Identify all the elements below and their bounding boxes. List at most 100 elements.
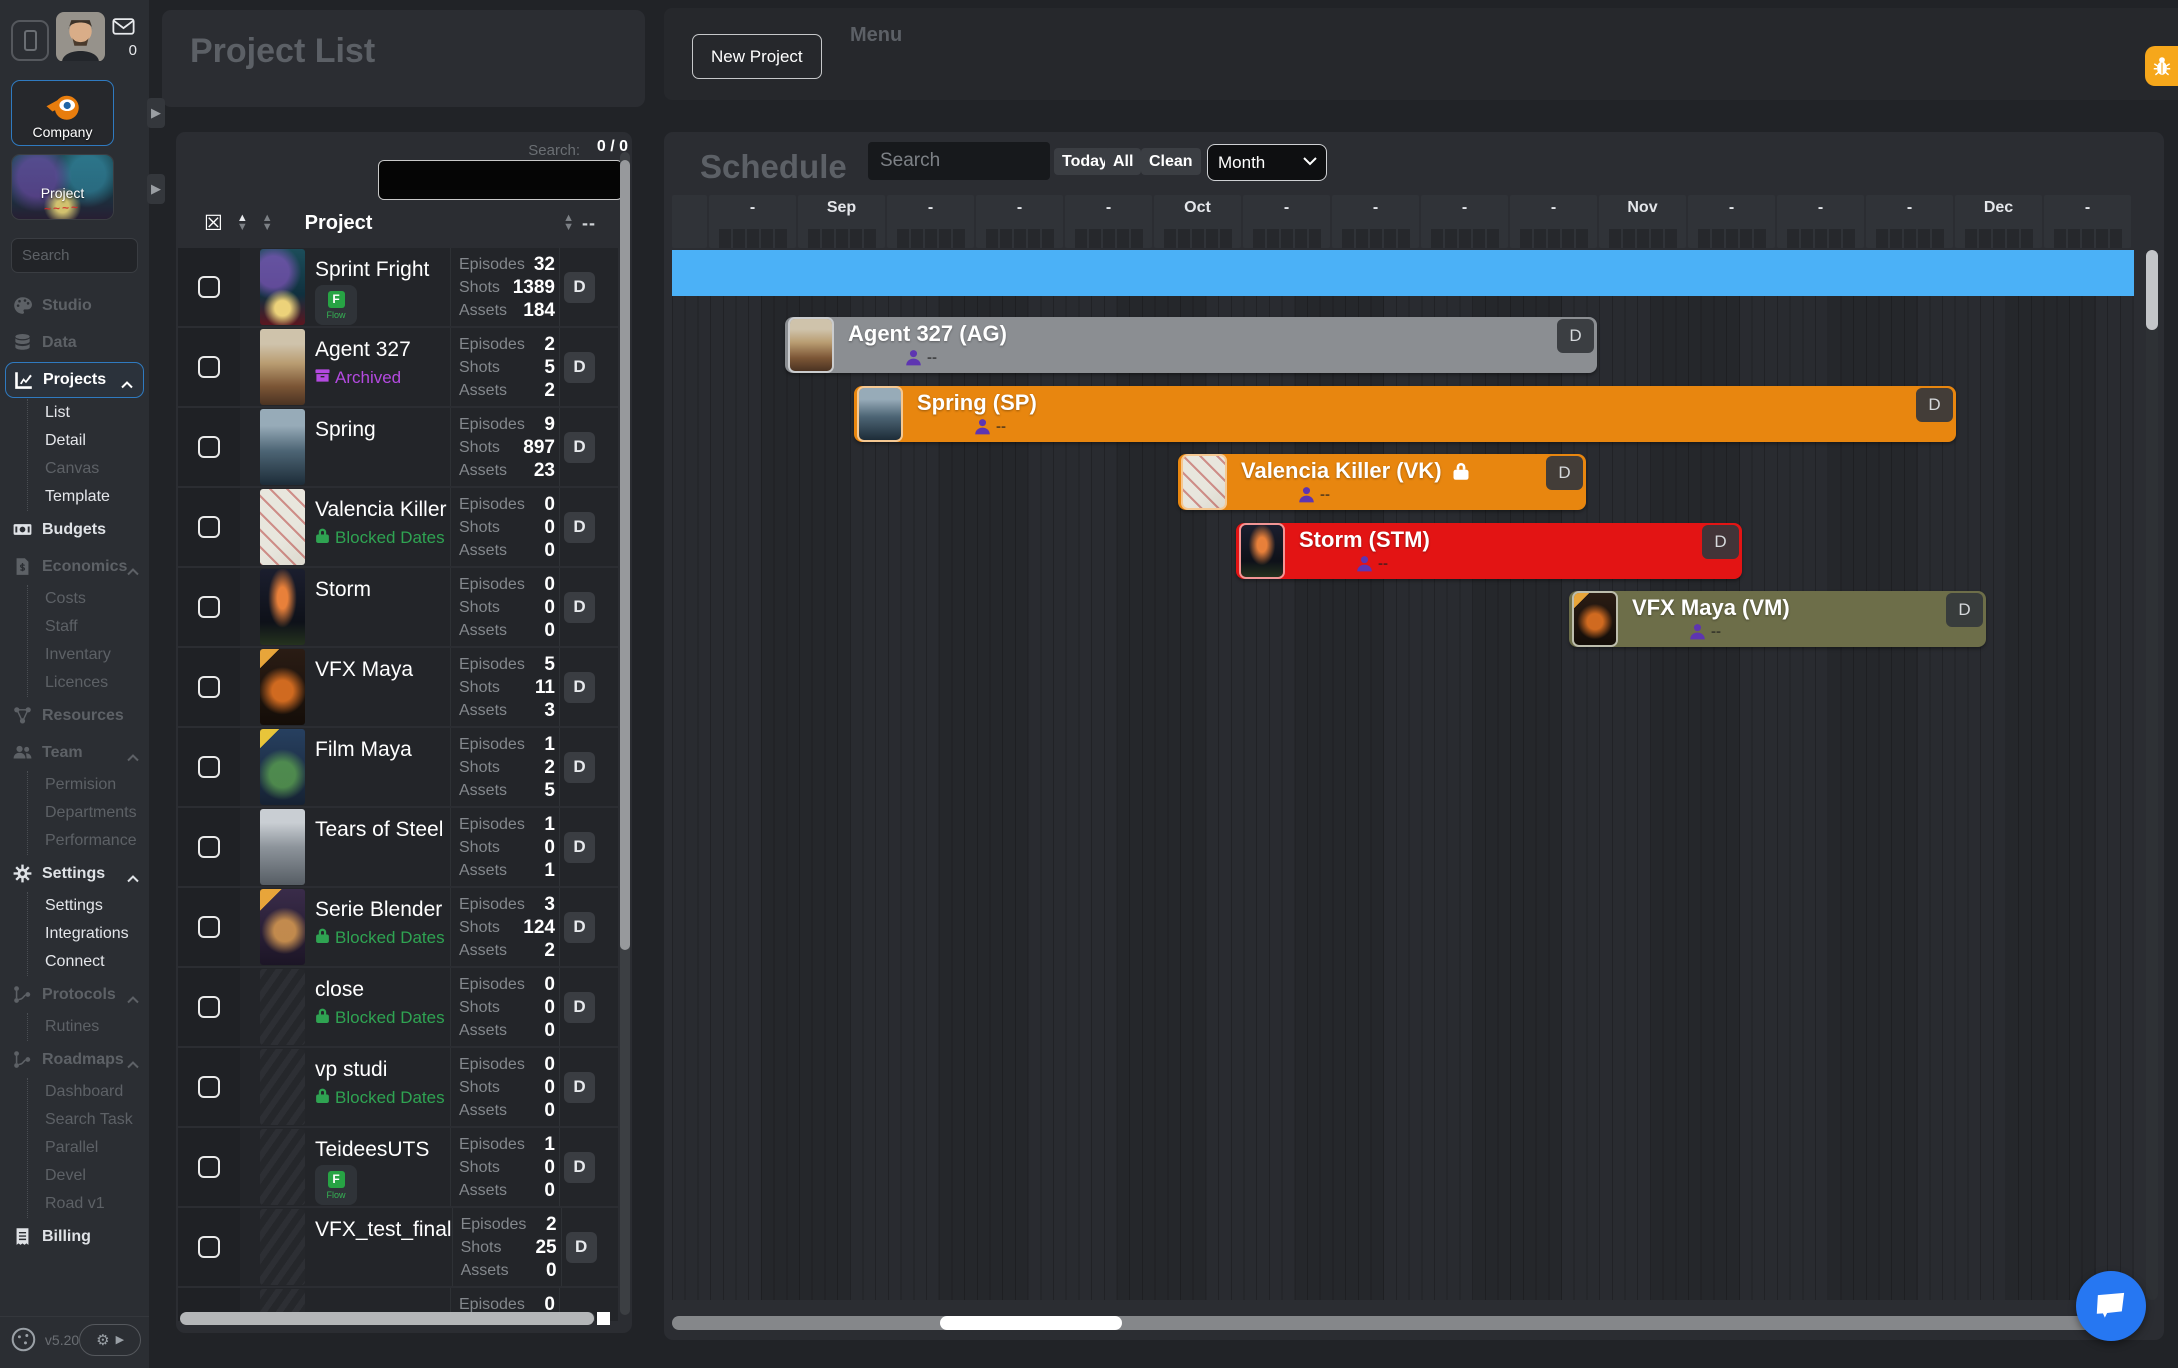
project-name[interactable]: Agent 327 — [315, 338, 450, 362]
timeline-cell-week[interactable]: - — [1421, 195, 1508, 248]
sidebar-item-protocols[interactable]: Protocols — [0, 976, 149, 1013]
sidebar-item-studio[interactable]: Studio — [0, 287, 149, 324]
timeline-cell-sep[interactable]: Sep — [798, 195, 885, 248]
report-bug-button[interactable] — [2145, 46, 2178, 86]
bar-detail-button[interactable]: D — [1946, 593, 1983, 627]
new-project-button[interactable]: New Project — [692, 34, 822, 79]
sidebar-item-economics[interactable]: Economics — [0, 548, 149, 585]
project-name[interactable]: Valencia Killer — [315, 498, 450, 522]
timeline-cell-week[interactable]: - — [1332, 195, 1419, 248]
project-name[interactable]: TeideesUTS — [315, 1138, 450, 1162]
sidebar-subitem-list[interactable]: List — [45, 399, 149, 427]
timeline-cell-dec[interactable]: Dec — [1955, 195, 2042, 248]
sidebar-subitem-canvas[interactable]: Canvas — [45, 455, 149, 483]
sidebar-item-billing[interactable]: Billing — [0, 1218, 149, 1255]
sidebar-subitem-road-v1[interactable]: Road v1 — [45, 1190, 149, 1218]
detail-button[interactable]: D — [564, 832, 595, 863]
scrollbar-thumb[interactable] — [940, 1316, 1122, 1330]
project-list-search-input[interactable] — [378, 160, 623, 200]
gantt-bar-spring-sp[interactable]: Spring (SP)--D — [854, 386, 1956, 442]
timeline-cell-week[interactable]: - — [976, 195, 1063, 248]
timeline-cell-week[interactable]: - — [1065, 195, 1152, 248]
sidebar-subitem-licences[interactable]: Licences — [45, 669, 149, 697]
row-checkbox[interactable] — [198, 996, 220, 1018]
company-button[interactable]: Company — [11, 80, 114, 146]
project-name[interactable]: Sprint Fright — [315, 258, 450, 282]
user-avatar[interactable] — [56, 12, 105, 62]
schedule-horizontal-scrollbar[interactable] — [672, 1316, 2134, 1330]
company-expand-arrow[interactable]: ▶ — [147, 98, 165, 128]
bar-detail-button[interactable]: D — [1916, 388, 1953, 422]
sidebar-subitem-departments[interactable]: Departments — [45, 799, 149, 827]
sidebar-subitem-costs[interactable]: Costs — [45, 585, 149, 613]
range-select[interactable]: Month — [1207, 144, 1327, 181]
project-name[interactable]: VFX_test_final — [315, 1218, 452, 1242]
list-horizontal-scrollbar[interactable] — [180, 1312, 610, 1325]
sort-select-column[interactable]: ▲▼ — [237, 214, 248, 232]
sidebar-search-input[interactable] — [11, 238, 138, 273]
chat-button[interactable] — [2076, 1271, 2146, 1341]
gantt-bar-storm-stm[interactable]: Storm (STM)--D — [1236, 523, 1742, 579]
cookie-icon[interactable] — [10, 1326, 37, 1353]
sidebar-subitem-settings[interactable]: Settings — [45, 892, 149, 920]
sidebar-subitem-inventary[interactable]: Inventary — [45, 641, 149, 669]
timeline-cell-week[interactable]: - — [2044, 195, 2131, 248]
timeline-cell-oct[interactable]: Oct — [1154, 195, 1241, 248]
timeline-cell-week[interactable]: - — [709, 195, 796, 248]
timeline-cell-week[interactable]: - — [1510, 195, 1597, 248]
scrollbar-thumb[interactable] — [620, 160, 630, 950]
list-vertical-scrollbar[interactable] — [620, 152, 630, 1315]
sidebar-item-data[interactable]: Data — [0, 324, 149, 361]
detail-button[interactable]: D — [564, 512, 595, 543]
detail-button[interactable]: D — [564, 992, 595, 1023]
detail-button[interactable]: D — [564, 752, 595, 783]
sort-stats-column[interactable]: ▲▼ — [563, 214, 574, 232]
checkbox-x-icon[interactable]: ☒ — [204, 211, 223, 236]
sidebar-subitem-rutines[interactable]: Rutines — [45, 1013, 149, 1041]
sidebar-item-budgets[interactable]: Budgets — [0, 511, 149, 548]
sidebar-subitem-template[interactable]: Template — [45, 483, 149, 511]
project-name[interactable]: Film Maya — [315, 738, 450, 762]
detail-button[interactable]: D — [564, 352, 595, 383]
row-checkbox[interactable] — [198, 1236, 220, 1258]
schedule-vertical-scrollbar[interactable] — [2146, 250, 2158, 1300]
row-checkbox[interactable] — [198, 836, 220, 858]
sidebar-subitem-connect[interactable]: Connect — [45, 948, 149, 976]
bar-detail-button[interactable]: D — [1557, 319, 1594, 353]
sidebar-subitem-permision[interactable]: Permision — [45, 771, 149, 799]
sidebar-subitem-performance[interactable]: Performance — [45, 827, 149, 855]
row-checkbox[interactable] — [198, 356, 220, 378]
detail-button[interactable]: D — [564, 672, 595, 703]
sidebar-item-settings[interactable]: Settings — [0, 855, 149, 892]
sidebar-item-projects[interactable]: Projects — [5, 362, 144, 398]
sidebar-subitem-search-task[interactable]: Search Task — [45, 1106, 149, 1134]
timeline-cell-week[interactable]: - — [1777, 195, 1864, 248]
scrollbar-thumb[interactable] — [2146, 250, 2158, 330]
collapse-sidebar-button[interactable] — [11, 20, 49, 61]
sidebar-subitem-integrations[interactable]: Integrations — [45, 920, 149, 948]
timeline-cell-nov[interactable]: Nov — [1599, 195, 1686, 248]
detail-button[interactable]: D — [564, 1072, 595, 1103]
project-name[interactable]: Serie Blender — [315, 898, 450, 922]
timeline-cell-week[interactable]: - — [1243, 195, 1330, 248]
project-name[interactable]: Storm — [315, 578, 450, 602]
gantt-bar-valencia-killer-vk[interactable]: Valencia Killer (VK)--D — [1178, 454, 1586, 510]
row-checkbox[interactable] — [198, 276, 220, 298]
row-checkbox[interactable] — [198, 516, 220, 538]
row-checkbox[interactable] — [198, 596, 220, 618]
sort-thumb-column[interactable]: ▲▼ — [262, 214, 273, 232]
detail-button[interactable]: D — [564, 912, 595, 943]
detail-button[interactable]: D — [564, 432, 595, 463]
sidebar-item-resources[interactable]: Resources — [0, 697, 149, 734]
row-checkbox[interactable] — [198, 1156, 220, 1178]
mail-indicator[interactable]: 0 — [109, 18, 137, 59]
footer-settings-button[interactable]: ⚙▶ — [79, 1324, 141, 1356]
project-name[interactable]: close — [315, 978, 450, 1002]
timeline-cell-week[interactable]: - — [887, 195, 974, 248]
all-button[interactable]: All — [1105, 148, 1141, 175]
column-header-project[interactable]: Project — [305, 212, 373, 235]
row-checkbox[interactable] — [198, 916, 220, 938]
scrollbar-thumb[interactable] — [180, 1312, 594, 1325]
sidebar-item-roadmaps[interactable]: Roadmaps — [0, 1041, 149, 1078]
sidebar-subitem-devel[interactable]: Devel — [45, 1162, 149, 1190]
